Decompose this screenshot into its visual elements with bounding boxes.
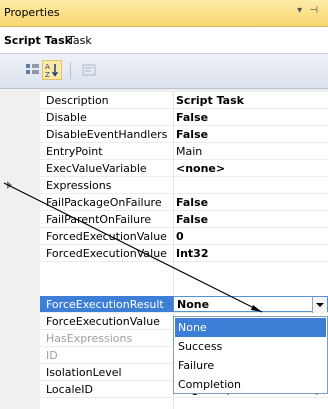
object-name: Script Task bbox=[4, 34, 72, 47]
property-name: FailPackageOnFailure bbox=[46, 196, 162, 209]
grid-gutter bbox=[0, 92, 40, 409]
property-value[interactable]: Script Task bbox=[176, 94, 244, 107]
dropdown-option-success[interactable]: Success bbox=[175, 337, 326, 356]
dropdown-arrow-icon[interactable] bbox=[312, 297, 327, 313]
property-row-disable-event-handlers[interactable]: DisableEventHandlers False bbox=[40, 126, 328, 143]
property-row-fail-parent-on-failure[interactable]: FailParentOnFailure False bbox=[40, 211, 328, 228]
object-selector[interactable]: Script Task Task bbox=[0, 27, 328, 54]
property-row-expressions[interactable]: Expressions bbox=[7, 177, 328, 194]
property-name: ForcedExecutionValue bbox=[46, 247, 167, 260]
property-name: Disable bbox=[46, 111, 87, 124]
object-type: Task bbox=[68, 34, 92, 47]
properties-panel: Properties ▾ ⊣ Script Task Task A Z Desc… bbox=[0, 0, 328, 409]
panel-title: Properties bbox=[4, 6, 60, 19]
property-value[interactable]: False bbox=[176, 196, 208, 209]
title-bar: Properties ▾ ⊣ bbox=[0, 0, 328, 27]
property-value[interactable]: 0 bbox=[176, 230, 184, 243]
properties-toolbar: A Z bbox=[0, 54, 328, 89]
property-pages-icon[interactable] bbox=[79, 60, 99, 80]
property-row-entry-point[interactable]: EntryPoint Main bbox=[40, 143, 328, 160]
property-value[interactable]: False bbox=[176, 213, 208, 226]
dropdown-option-none[interactable]: None bbox=[175, 318, 326, 337]
dropdown-option-completion[interactable]: Completion bbox=[175, 375, 326, 394]
svg-text:A: A bbox=[45, 63, 50, 71]
svg-text:Z: Z bbox=[45, 71, 50, 79]
property-value[interactable]: Int32 bbox=[176, 247, 209, 260]
property-row-disable[interactable]: Disable False bbox=[40, 109, 328, 126]
property-name: LocaleID bbox=[46, 383, 93, 396]
categorized-icon[interactable] bbox=[23, 60, 43, 80]
property-row-fail-package-on-failure[interactable]: FailPackageOnFailure False bbox=[40, 194, 328, 211]
property-value[interactable]: False bbox=[176, 111, 208, 124]
property-name: ExecValueVariable bbox=[46, 162, 147, 175]
property-name: ForcedExecutionValue bbox=[46, 230, 167, 243]
property-name: DisableEventHandlers bbox=[46, 128, 168, 141]
property-name: Expressions bbox=[46, 179, 112, 192]
property-row-exec-value-variable[interactable]: ExecValueVariable <none> bbox=[40, 160, 328, 177]
property-name: FailParentOnFailure bbox=[46, 213, 152, 226]
property-value[interactable]: Main bbox=[176, 145, 202, 158]
property-row-description[interactable]: Description Script Task bbox=[40, 92, 328, 109]
alphabetical-sort-icon[interactable]: A Z bbox=[42, 60, 62, 80]
expand-arrow-icon[interactable] bbox=[7, 181, 12, 189]
property-name: HasExpressions bbox=[46, 332, 133, 345]
property-value[interactable]: <none> bbox=[176, 162, 225, 175]
property-row-forced-execution-value[interactable]: ForcedExecutionValue 0 bbox=[40, 228, 328, 245]
property-name: ForceExecutionResult bbox=[46, 298, 164, 311]
toolbar-separator bbox=[70, 62, 71, 79]
property-row-force-execution-result[interactable]: ForceExecutionResult None bbox=[40, 296, 328, 313]
property-name: IsolationLevel bbox=[46, 366, 122, 379]
pin-icon[interactable]: ▾ ⊣ bbox=[297, 5, 320, 16]
dropdown-option-failure[interactable]: Failure bbox=[175, 356, 326, 375]
property-value[interactable]: False bbox=[176, 128, 208, 141]
selected-value: None bbox=[177, 298, 210, 311]
property-name: EntryPoint bbox=[46, 145, 103, 158]
property-name: ID bbox=[46, 349, 58, 362]
property-name: Description bbox=[46, 94, 109, 107]
property-name: ForceExecutionValue bbox=[46, 315, 160, 328]
property-row-forced-execution-value-type[interactable]: ForcedExecutionValue Int32 bbox=[40, 245, 328, 262]
force-execution-result-select[interactable]: None bbox=[173, 296, 328, 313]
force-execution-result-dropdown-list[interactable]: None Success Failure Completion bbox=[173, 316, 328, 394]
